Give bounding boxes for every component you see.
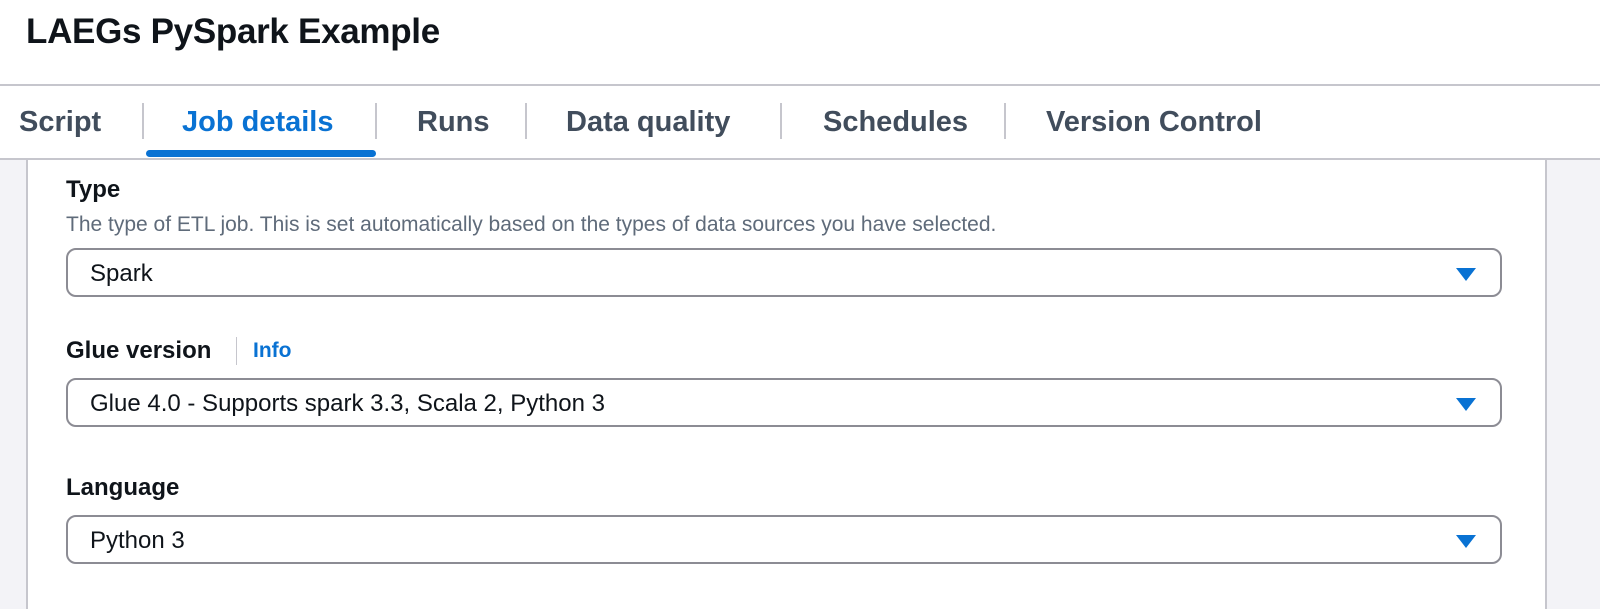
- type-select[interactable]: Spark: [66, 248, 1502, 297]
- active-tab-indicator: [146, 150, 376, 157]
- tab-divider: [525, 103, 527, 139]
- page-title: LAEGs PySpark Example: [26, 12, 440, 51]
- tab-divider: [142, 103, 144, 139]
- language-label: Language: [66, 474, 180, 501]
- tab-divider: [780, 103, 782, 139]
- label-divider: [236, 337, 237, 365]
- tab-runs[interactable]: Runs: [417, 86, 490, 158]
- glue-version-info-link[interactable]: Info: [253, 336, 291, 366]
- tabs-divider: [0, 158, 1600, 160]
- type-select-value: Spark: [90, 260, 153, 287]
- left-gutter: [0, 160, 28, 609]
- glue-version-select-value: Glue 4.0 - Supports spark 3.3, Scala 2, …: [90, 390, 605, 417]
- tab-script[interactable]: Script: [19, 86, 101, 158]
- type-label: Type: [66, 176, 121, 203]
- type-description: The type of ETL job. This is set automat…: [66, 213, 997, 236]
- tab-job-details[interactable]: Job details: [182, 86, 334, 158]
- language-select[interactable]: Python 3: [66, 515, 1502, 564]
- right-gutter: [1545, 160, 1600, 609]
- caret-down-icon: [1456, 535, 1476, 548]
- glue-version-label: Glue version: [66, 337, 212, 364]
- glue-version-select[interactable]: Glue 4.0 - Supports spark 3.3, Scala 2, …: [66, 378, 1502, 427]
- caret-down-icon: [1456, 398, 1476, 411]
- language-select-value: Python 3: [90, 527, 185, 554]
- tab-data-quality[interactable]: Data quality: [566, 86, 730, 158]
- tab-version-control[interactable]: Version Control: [1046, 86, 1262, 158]
- tab-divider: [1004, 103, 1006, 139]
- page-header: LAEGs PySpark Example: [0, 0, 1600, 84]
- tab-bar: Script Job details Runs Data quality Sch…: [0, 86, 1600, 158]
- caret-down-icon: [1456, 268, 1476, 281]
- tab-divider: [375, 103, 377, 139]
- tab-schedules[interactable]: Schedules: [823, 86, 968, 158]
